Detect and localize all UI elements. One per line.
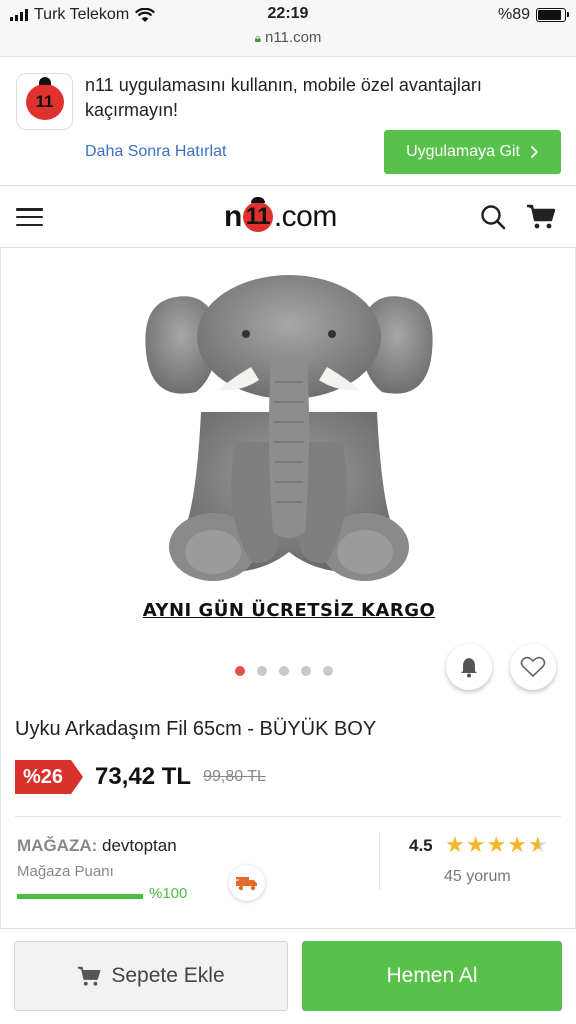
heart-icon	[520, 656, 546, 678]
truck-icon	[235, 877, 257, 891]
carousel-dot[interactable]	[279, 666, 289, 676]
store-score-bar	[17, 894, 143, 899]
review-count[interactable]: 45 yorum	[444, 868, 511, 886]
discount-badge: %26	[15, 760, 84, 794]
logo-ladybug: 11	[242, 197, 273, 232]
cart-icon[interactable]	[526, 204, 556, 230]
fast-shipping-badge	[229, 865, 265, 901]
banner-message: n11 uygulamasını kullanın, mobile özel a…	[85, 75, 482, 120]
url-text: n11.com	[264, 29, 322, 46]
carousel-dot[interactable]	[301, 666, 311, 676]
battery-icon	[536, 8, 569, 22]
add-to-cart-label: Sepete Ekle	[111, 964, 225, 987]
n11-logo[interactable]: n 11 .com	[224, 197, 337, 234]
buy-now-button[interactable]: Hemen Al	[302, 941, 562, 1011]
address-bar[interactable]: 🔒︎ n11.com	[0, 29, 576, 46]
status-right: %89	[497, 6, 569, 24]
vertical-divider	[379, 834, 380, 890]
rating-stars[interactable]: ★★★★★	[445, 832, 549, 858]
chevron-right-icon	[530, 145, 539, 159]
add-to-cart-button[interactable]: Sepete Ekle	[14, 941, 288, 1011]
hamburger-menu-icon[interactable]	[16, 208, 43, 226]
half-star-icon: ★	[527, 832, 549, 857]
rating-value: 4.5	[409, 836, 433, 855]
carousel-dot[interactable]	[323, 666, 333, 676]
store-name: devtoptan	[102, 836, 177, 855]
star-icon: ★	[445, 832, 466, 857]
star-icon: ★	[507, 832, 528, 857]
n11-app-logo: 11	[16, 73, 73, 130]
battery-percent: %89	[497, 6, 530, 23]
search-icon[interactable]	[480, 204, 506, 230]
bell-icon	[461, 658, 477, 678]
status-time: 22:19	[267, 5, 309, 22]
app-install-banner: 11 n11 uygulamasını kullanın, mobile öze…	[0, 56, 576, 186]
favorite-button[interactable]	[510, 644, 556, 690]
remind-later-link[interactable]: Daha Sonra Hatırlat	[85, 143, 226, 161]
product-image[interactable]: AYNI GÜN ÜCRETSİZ KARGO	[101, 262, 477, 622]
status-bar: Turk Telekom 22:19 %89 🔒︎ n11.com	[0, 0, 576, 56]
price-alert-button[interactable]	[446, 644, 492, 690]
star-icon: ★	[465, 832, 487, 857]
buy-now-label: Hemen Al	[386, 964, 478, 987]
open-app-button[interactable]: Uygulamaya Git	[384, 130, 561, 174]
old-price: 99,80 TL	[203, 768, 266, 785]
open-app-label: Uygulamaya Git	[406, 143, 520, 160]
image-caption: AYNI GÜN ÜCRETSİZ KARGO	[142, 600, 436, 621]
product-card: AYNI GÜN ÜCRETSİZ KARGO Uyku Arkadaşım F…	[0, 248, 576, 928]
store-score-label: Mağaza Puanı	[17, 863, 114, 880]
price-row: %26 73,42 TL 99,80 TL	[15, 760, 266, 794]
carousel-dot[interactable]	[257, 666, 267, 676]
store-info[interactable]: MAĞAZA: devtoptan	[17, 836, 177, 856]
current-price: 73,42 TL	[95, 763, 192, 790]
store-score-percent: %100	[149, 885, 188, 902]
bottom-action-bar: Sepete Ekle Hemen Al	[0, 928, 576, 1024]
carousel-dots[interactable]	[235, 666, 333, 676]
ladybug-logo-icon: 11	[25, 76, 64, 120]
carousel-dot[interactable]	[235, 666, 245, 676]
product-title: Uyku Arkadaşım Fil 65cm - BÜYÜK BOY	[15, 718, 377, 740]
lock-icon: 🔒︎	[254, 31, 261, 45]
product-page: Turk Telekom 22:19 %89 🔒︎ n11.com 11 n11 …	[0, 0, 576, 1024]
cart-icon	[78, 966, 101, 986]
site-header: n 11 .com	[0, 186, 576, 248]
star-icon: ★	[486, 832, 508, 857]
elephant-plush-image	[145, 275, 433, 581]
divider	[15, 816, 561, 817]
store-label: MAĞAZA:	[17, 836, 98, 855]
